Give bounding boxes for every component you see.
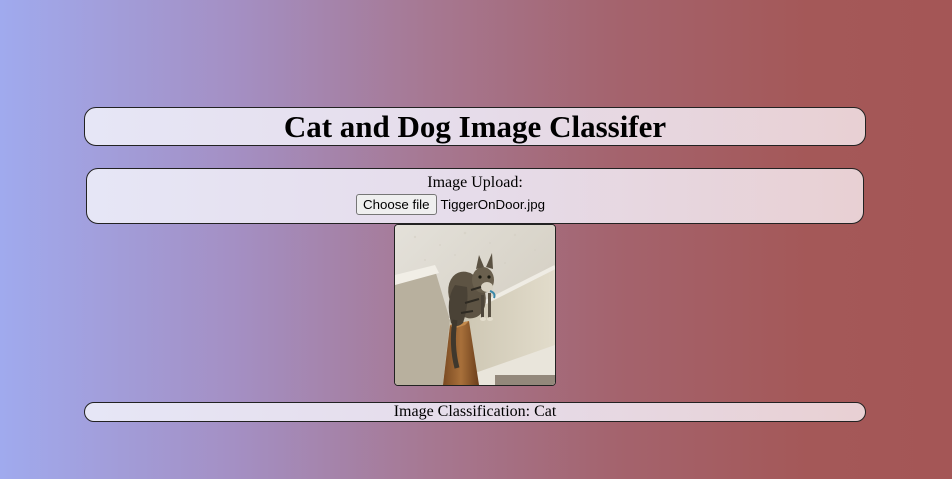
upload-label: Image Upload: bbox=[427, 174, 523, 191]
upload-panel: Image Upload: Choose file TiggerOnDoor.j… bbox=[86, 168, 864, 224]
page-title: Cat and Dog Image Classifer bbox=[283, 109, 667, 144]
title-panel: Cat and Dog Image Classifer bbox=[84, 107, 866, 146]
result-panel: Image Classification: Cat bbox=[84, 402, 866, 422]
uploaded-image-preview bbox=[394, 224, 556, 386]
cat-photo bbox=[395, 225, 555, 385]
selected-file-name: TiggerOnDoor.jpg bbox=[440, 197, 545, 212]
file-input[interactable]: Choose file TiggerOnDoor.jpg bbox=[38, 194, 863, 215]
classification-result: Image Classification: Cat bbox=[393, 403, 557, 420]
choose-file-button[interactable]: Choose file bbox=[356, 194, 437, 215]
